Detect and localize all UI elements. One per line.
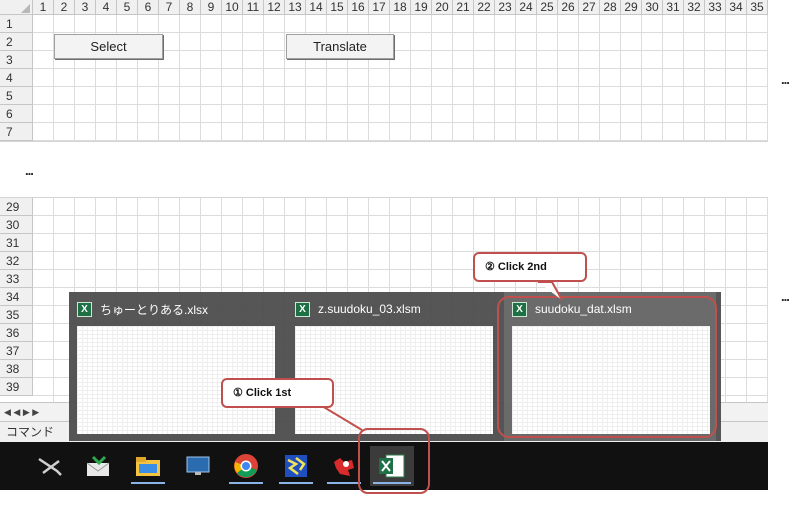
column-header-cell[interactable]: 1 (33, 0, 54, 14)
taskbar-edge-icon[interactable] (0, 446, 10, 486)
row-header-cell[interactable]: 34 (0, 288, 33, 306)
row-header-cell[interactable]: 7 (0, 123, 33, 141)
column-header-cell[interactable]: 3 (75, 0, 96, 14)
row-header-cell[interactable]: 39 (0, 378, 33, 396)
running-indicator (229, 482, 263, 484)
preview-window-1[interactable]: X ちゅーとりある.xlsx (69, 292, 281, 441)
column-header-cell[interactable]: 30 (642, 0, 663, 14)
ellipsis-right-top: ... (781, 72, 790, 87)
translate-button[interactable]: Translate (286, 34, 394, 59)
row-header-cell[interactable]: 35 (0, 306, 33, 324)
column-header-cell[interactable]: 14 (306, 0, 327, 14)
mail-icon[interactable] (78, 446, 118, 486)
row-header-cell[interactable]: 31 (0, 234, 33, 252)
column-header-cell[interactable]: 28 (600, 0, 621, 14)
column-header-cell[interactable]: 24 (516, 0, 537, 14)
column-header-cell[interactable]: 2 (54, 0, 75, 14)
column-header-cell[interactable]: 26 (558, 0, 579, 14)
select-all-corner[interactable] (0, 0, 33, 15)
running-indicator (131, 482, 165, 484)
app-icon[interactable] (276, 446, 316, 486)
row-header-cell[interactable]: 4 (0, 69, 33, 87)
row-header-cell[interactable]: 29 (0, 198, 33, 216)
row-header-cell[interactable]: 1 (0, 15, 33, 33)
preview-highlight (497, 296, 717, 438)
running-indicator (327, 482, 361, 484)
spreadsheet-top: 1 2 3 4 5 6 7 8 9 10 11 12 13 14 15 16 17 18 19 20 21 22 23 24 2… (0, 0, 768, 142)
column-header-cell[interactable]: 12 (264, 0, 285, 14)
column-header-cell[interactable]: 33 (705, 0, 726, 14)
row-header-cell[interactable]: 33 (0, 270, 33, 288)
preview-title: z.suudoku_03.xlsm (318, 302, 421, 316)
column-header-cell[interactable]: 25 (537, 0, 558, 14)
column-header-cell[interactable]: 4 (96, 0, 117, 14)
column-header-cell[interactable]: 10 (222, 0, 243, 14)
column-header-cell[interactable]: 20 (432, 0, 453, 14)
row-header-cell[interactable]: 36 (0, 324, 33, 342)
row-header-cell[interactable]: 32 (0, 252, 33, 270)
column-header-cell[interactable]: 9 (201, 0, 222, 14)
column-header-cell[interactable]: 15 (327, 0, 348, 14)
excel-icon: X (295, 301, 310, 317)
column-header-cell[interactable]: 21 (453, 0, 474, 14)
running-indicator (279, 482, 313, 484)
callout-click-first: ① Click 1st (221, 378, 334, 408)
column-header-cell[interactable]: 29 (621, 0, 642, 14)
row-header-cell[interactable]: 38 (0, 360, 33, 378)
column-header-cell[interactable]: 5 (117, 0, 138, 14)
ellipsis-middle: ... (25, 163, 34, 178)
column-header-cell[interactable]: 17 (369, 0, 390, 14)
column-header-cell[interactable]: 27 (579, 0, 600, 14)
column-header-cell[interactable]: 32 (684, 0, 705, 14)
column-header-cell[interactable]: 13 (285, 0, 306, 14)
column-header-cell[interactable]: 11 (243, 0, 264, 14)
column-header: 1 2 3 4 5 6 7 8 9 10 11 12 13 14 15 16 17 18 19 20 21 22 23 24 2… (0, 0, 768, 15)
callout-click-second: ② Click 2nd (473, 252, 587, 282)
column-header-cell[interactable]: 16 (348, 0, 369, 14)
chrome-icon[interactable] (226, 446, 266, 486)
row-header-cell[interactable]: 37 (0, 342, 33, 360)
preview-title: ちゅーとりある.xlsx (100, 302, 209, 317)
excel-icon: X (77, 301, 92, 317)
sheet-tab-nav[interactable]: ◀ ◀ ▶ ▶ (4, 407, 39, 418)
folder-icon[interactable] (128, 446, 168, 486)
column-header-cell[interactable]: 7 (159, 0, 180, 14)
column-header-cell[interactable]: 23 (495, 0, 516, 14)
preview-window-2[interactable]: Xz.suudoku_03.xlsm (287, 292, 499, 441)
column-header-cell[interactable]: 18 (390, 0, 411, 14)
row-header-cell[interactable]: 3 (0, 51, 33, 69)
ellipsis-right-bottom: ... (781, 289, 790, 304)
pen-tool-icon[interactable] (30, 446, 70, 486)
row-header-cell[interactable]: 30 (0, 216, 33, 234)
column-header-cell[interactable]: 35 (747, 0, 768, 14)
excel-taskbar-highlight (358, 428, 430, 494)
row-header-cell[interactable]: 2 (0, 33, 33, 51)
status-text: コマンド (6, 425, 55, 439)
select-button[interactable]: Select (54, 34, 163, 59)
column-header-cell[interactable]: 6 (138, 0, 159, 14)
column-header-cell[interactable]: 31 (663, 0, 684, 14)
column-header-cell[interactable]: 8 (180, 0, 201, 14)
column-header-cell[interactable]: 34 (726, 0, 747, 14)
monitor-icon[interactable] (178, 446, 218, 486)
row-header-cell[interactable]: 5 (0, 87, 33, 105)
column-header-cell[interactable]: 22 (474, 0, 495, 14)
row-header-cell[interactable]: 6 (0, 105, 33, 123)
column-header-cell[interactable]: 19 (411, 0, 432, 14)
